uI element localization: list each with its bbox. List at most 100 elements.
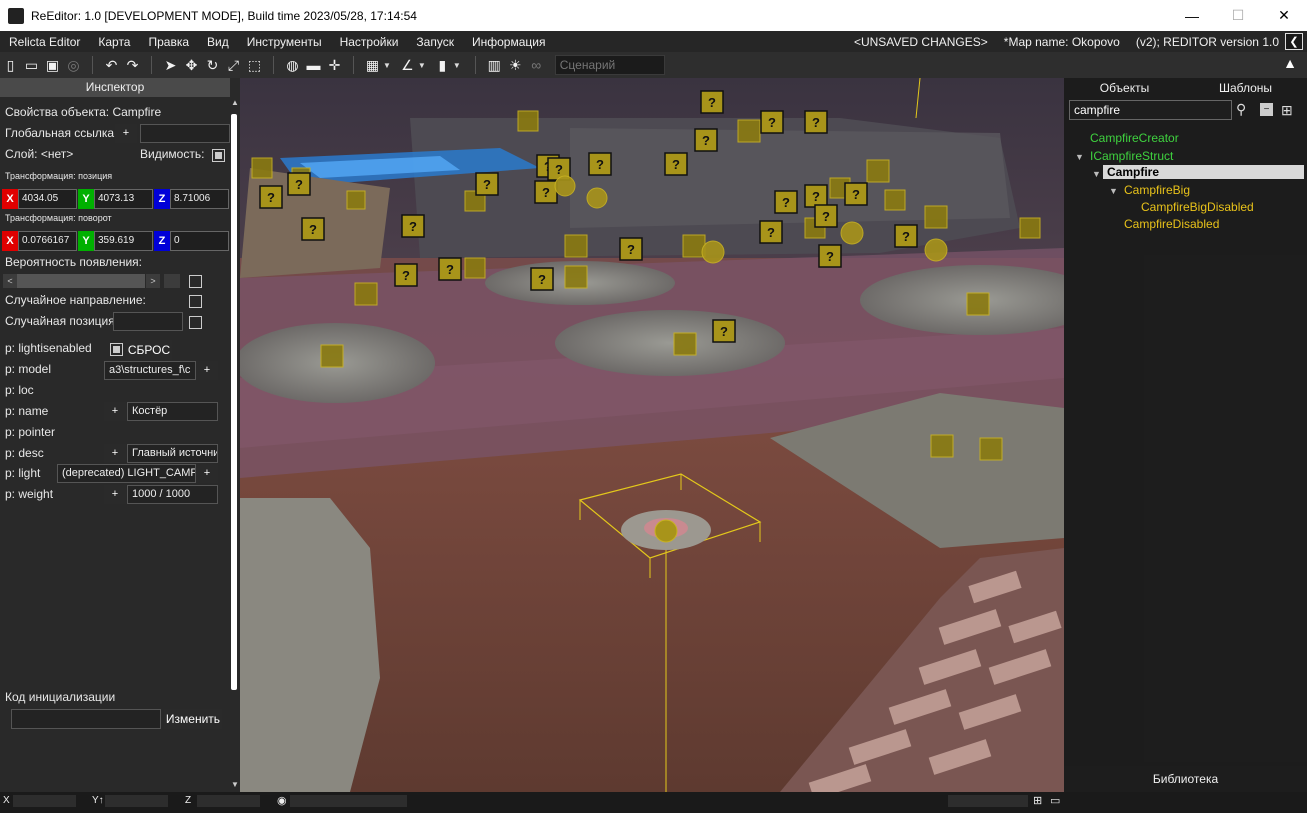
inspector-scrollbar[interactable] (231, 114, 237, 690)
prop-weight-add-button[interactable]: + (104, 485, 126, 504)
tab-objects[interactable]: Объекты (1064, 78, 1185, 98)
object-search-input[interactable] (1069, 100, 1232, 120)
grid-icon[interactable]: ▦ (363, 55, 382, 75)
status-y-field[interactable] (105, 795, 168, 807)
prop-light-add-button[interactable]: + (196, 464, 218, 483)
spawn-chance-checkbox[interactable] (189, 275, 202, 288)
tree-item-icampfirestruct[interactable]: ICampfireStruct (1090, 149, 1173, 163)
prop-model-add-button[interactable]: + (196, 361, 218, 380)
init-code-field[interactable] (11, 709, 161, 729)
spawn-slider-right-arrow[interactable]: > (146, 274, 160, 288)
status-z-field[interactable] (197, 795, 260, 807)
random-position-field[interactable] (113, 312, 183, 331)
menu-info[interactable]: Информация (463, 35, 554, 49)
angle-snap-icon[interactable]: ∠ (398, 55, 417, 75)
spawn-slider-left-arrow[interactable]: < (3, 274, 17, 288)
status-y-label: Y↑ (92, 795, 104, 806)
menu-view[interactable]: Вид (198, 35, 238, 49)
move-icon[interactable]: ✥ (182, 55, 201, 75)
new-file-icon[interactable]: ▯ (1, 55, 20, 75)
menu-edit[interactable]: Правка (139, 35, 198, 49)
layer-label: Слой: <нет> (5, 147, 74, 161)
prop-name-field[interactable]: Костёр (127, 402, 218, 421)
reload-icon[interactable]: ◎ (64, 55, 83, 75)
status-visibility-field[interactable] (290, 795, 407, 807)
search-icon[interactable]: ⚲ (1236, 101, 1246, 118)
pivot-icon[interactable]: ✛ (325, 55, 344, 75)
binoculars-icon[interactable]: ∞ (527, 55, 546, 75)
menu-tools[interactable]: Инструменты (238, 35, 331, 49)
open-folder-icon[interactable]: ▭ (22, 55, 41, 75)
minimize-button[interactable]: — (1169, 0, 1215, 31)
menu-run[interactable]: Запуск (407, 35, 463, 49)
tree-item-campfire[interactable]: Campfire (1103, 165, 1304, 179)
bounds-icon[interactable]: ⬚ (245, 55, 264, 75)
prop-desc-add-button[interactable]: + (104, 444, 126, 463)
select-cursor-icon[interactable]: ➤ (161, 55, 180, 75)
pos-y-field[interactable]: 4073.13 (94, 189, 153, 209)
tree-item-campfirebig[interactable]: CampfireBig (1124, 183, 1190, 197)
change-init-code-button[interactable]: Изменить (164, 709, 222, 729)
scale-icon[interactable]: ⤢ (224, 55, 243, 75)
globe-icon[interactable]: ◍ (283, 55, 302, 75)
graduation-cap-icon[interactable]: ▲ (1283, 55, 1297, 71)
save-icon[interactable]: ▣ (43, 55, 62, 75)
eye-icon[interactable]: ◉ (277, 794, 287, 807)
pos-z-field[interactable]: 8.71006 (170, 189, 229, 209)
tree-expand-icon[interactable]: ▼ (1109, 186, 1118, 196)
maximize-button[interactable]: ☐ (1215, 0, 1261, 31)
prop-desc-field[interactable]: Главный источни (127, 444, 218, 463)
rotate-icon[interactable]: ↻ (203, 55, 222, 75)
visibility-checkbox[interactable] (212, 149, 225, 162)
spawn-chance-value[interactable] (164, 274, 180, 288)
status-x-field[interactable] (13, 795, 76, 807)
svg-text:?: ? (782, 195, 790, 210)
rot-y-field[interactable]: 359.619 (94, 231, 153, 251)
layout-icon[interactable]: ⊞ (1033, 794, 1042, 807)
rot-x-field[interactable]: 0.0766167 (18, 231, 77, 251)
svg-text:?: ? (672, 157, 680, 172)
menu-relicta-editor[interactable]: Relicta Editor (0, 35, 89, 49)
global-ref-field[interactable] (140, 124, 230, 143)
menu-settings[interactable]: Настройки (331, 35, 408, 49)
tree-item-campfirebigdisabled[interactable]: CampfireBigDisabled (1141, 200, 1254, 214)
ground-snap-icon[interactable]: ▬ (304, 55, 323, 75)
tree-expand-icon[interactable]: ▼ (1092, 169, 1101, 179)
random-position-checkbox[interactable] (189, 316, 202, 329)
scene-viewport[interactable]: ? ? ? ? ? ? ? ? ? ? ? ? ? ? ? ? ? ? ? ? … (240, 78, 1064, 792)
collapse-all-icon[interactable]: − (1260, 103, 1273, 116)
grid-dropdown-icon[interactable]: ▼ (383, 61, 391, 70)
height-icon[interactable]: ▮ (433, 55, 452, 75)
inspector-scroll-up-icon[interactable]: ▲ (231, 98, 239, 107)
redo-icon[interactable]: ↷ (123, 55, 142, 75)
undo-icon[interactable]: ↶ (102, 55, 121, 75)
monitor-icon[interactable]: ▭ (1050, 794, 1060, 807)
height-dropdown-icon[interactable]: ▼ (453, 61, 461, 70)
lightisenabled-checkbox[interactable] (110, 343, 123, 356)
prop-name-add-button[interactable]: + (104, 402, 126, 421)
global-ref-add-button[interactable]: + (115, 124, 137, 143)
bars-icon[interactable]: ▥ (485, 55, 504, 75)
prop-model-label: p: model (5, 362, 52, 376)
prop-light-field[interactable]: (deprecated) LIGHT_CAMP (57, 464, 196, 483)
sun-icon[interactable]: ☀ (506, 55, 525, 75)
menu-map[interactable]: Карта (89, 35, 139, 49)
scenario-input[interactable] (554, 55, 665, 75)
new-window-icon[interactable]: ⊞ (1281, 102, 1293, 119)
pos-x-field[interactable]: 4034.05 (18, 189, 77, 209)
reset-button[interactable]: СБРОС (126, 340, 172, 360)
tree-item-campfirecreator[interactable]: CampfireCreator (1090, 131, 1179, 145)
collapse-chevron-icon[interactable]: ❮ (1285, 33, 1303, 50)
angle-dropdown-icon[interactable]: ▼ (418, 61, 426, 70)
prop-model-field[interactable]: a3\structures_f\c (104, 361, 196, 380)
prop-weight-field[interactable]: 1000 / 1000 (127, 485, 218, 504)
library-button[interactable]: Библиотека (1064, 766, 1307, 792)
spawn-chance-slider[interactable] (17, 274, 145, 288)
tree-item-campfiredisabled[interactable]: CampfireDisabled (1124, 217, 1219, 231)
tab-templates[interactable]: Шаблоны (1185, 78, 1306, 98)
random-direction-checkbox[interactable] (189, 295, 202, 308)
tree-expand-icon[interactable]: ▼ (1075, 152, 1084, 162)
rot-z-field[interactable]: 0 (170, 231, 229, 251)
close-button[interactable]: ✕ (1261, 0, 1307, 31)
inspector-scroll-down-icon[interactable]: ▼ (231, 780, 239, 789)
